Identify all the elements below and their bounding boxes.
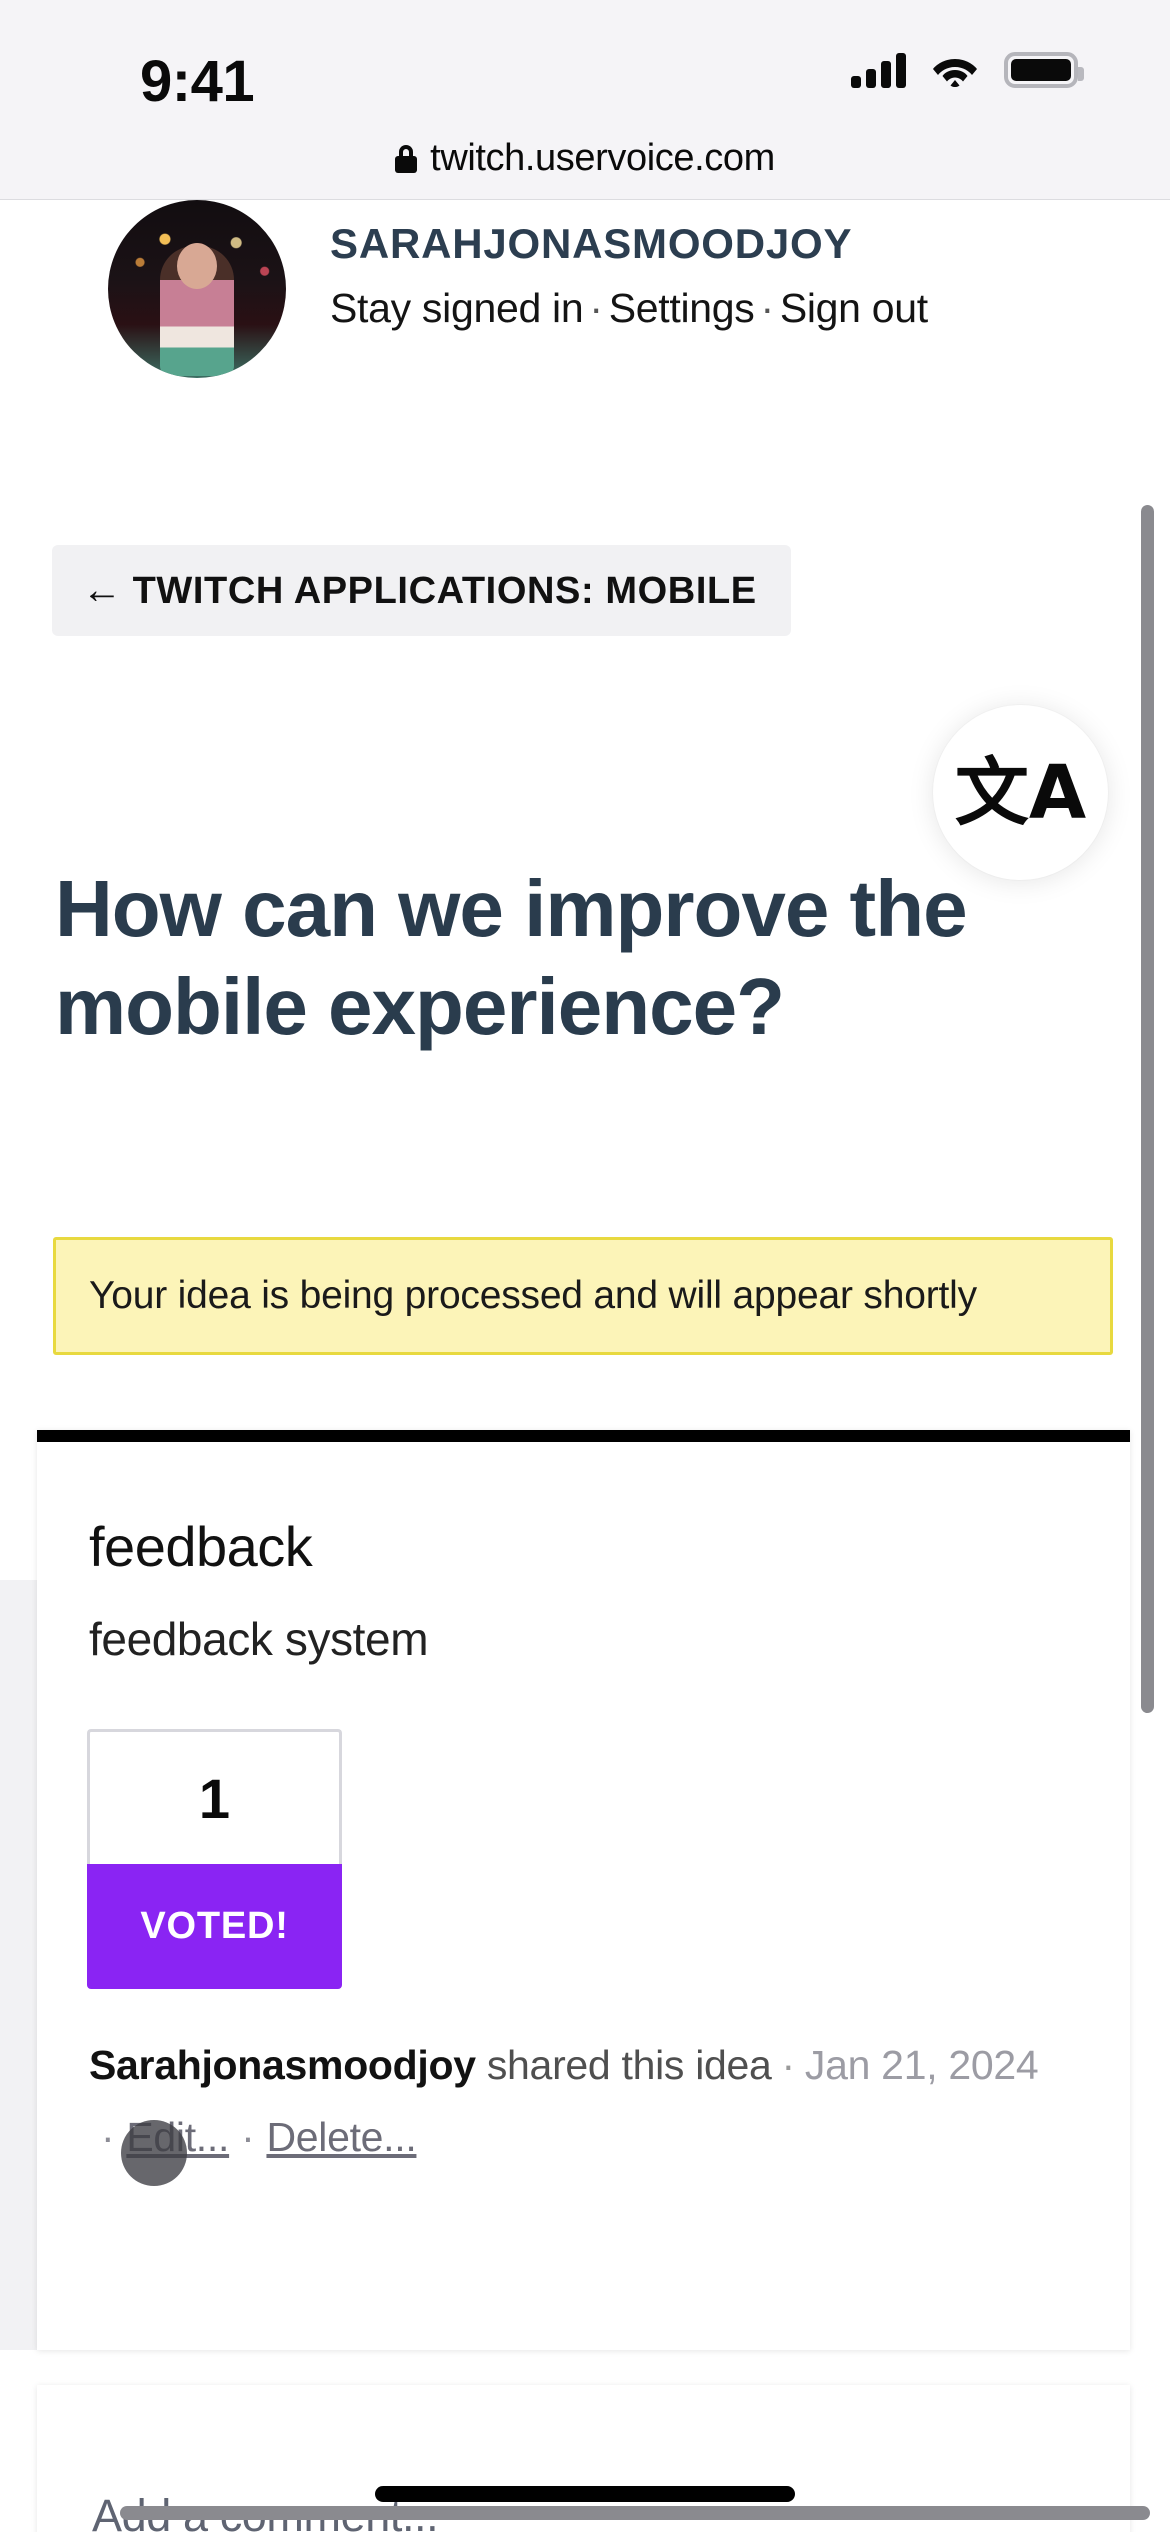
page-title: How can we improve the mobile experience… (55, 864, 968, 1051)
browser-url-bar[interactable]: twitch.uservoice.com (0, 118, 1170, 200)
user-header: SARAHJONASMOODJOY Stay signed in · Setting… (0, 200, 1170, 378)
wifi-icon (932, 53, 978, 87)
home-indicator[interactable] (375, 2486, 795, 2502)
status-bar-indicators (851, 52, 1084, 88)
status-banner: Your idea is being processed and will ap… (53, 1237, 1113, 1355)
idea-action-text: shared this idea (486, 2042, 772, 2088)
status-bar-time: 9:41 (140, 49, 255, 114)
url-display[interactable]: twitch.uservoice.com (395, 137, 775, 180)
actions-mid-separator: · (241, 2114, 255, 2160)
stay-signed-in-link[interactable]: Stay signed in (330, 285, 584, 331)
battery-icon (1004, 52, 1084, 88)
idea-title[interactable]: feedback (89, 1514, 313, 1579)
breadcrumb-back-button[interactable]: ← TWITCH APPLICATIONS: MOBILE (52, 545, 791, 636)
translate-button[interactable]: 文A (933, 705, 1108, 880)
sign-out-link[interactable]: Sign out (780, 285, 928, 331)
settings-link[interactable]: Settings (609, 285, 755, 331)
status-banner-text: Your idea is being processed and will ap… (89, 1274, 977, 1317)
link-separator-2: · (760, 285, 774, 331)
idea-description: feedback system (89, 1613, 429, 1665)
vote-widget[interactable]: 1 VOTED! (87, 1729, 342, 1989)
avatar[interactable] (108, 200, 286, 378)
delete-link[interactable]: Delete... (266, 2114, 416, 2160)
page-left-gutter (0, 1580, 37, 2350)
back-arrow-icon: ← (82, 568, 123, 612)
voted-button[interactable]: VOTED! (87, 1864, 342, 1989)
attribution-separator: · (781, 2042, 796, 2088)
cellular-signal-icon (851, 52, 906, 88)
idea-date: Jan 21, 2024 (804, 2042, 1039, 2088)
breadcrumb-label: TWITCH APPLICATIONS: MOBILE (132, 570, 757, 612)
username-label: SARAHJONASMOODJOY (330, 220, 853, 267)
idea-attribution: Sarahjonasmoodjoy shared this idea · Jan 2… (89, 2042, 1039, 2089)
url-text: twitch.uservoice.com (430, 137, 775, 179)
user-links: Stay signed in · Settings · Sign out (330, 285, 928, 332)
link-separator-1: · (589, 285, 603, 331)
touch-indicator (121, 2120, 187, 2186)
lock-icon (395, 144, 418, 173)
vote-count: 1 (87, 1729, 342, 1864)
vertical-scrollbar[interactable] (1141, 505, 1154, 1713)
idea-card: feedback feedback system 1 VOTED! Sarahj… (37, 1430, 1130, 2350)
idea-author[interactable]: Sarahjonasmoodjoy (89, 2042, 476, 2088)
translate-icon: 文A (954, 749, 1087, 836)
horizontal-scrollbar[interactable] (120, 2506, 1150, 2520)
web-page-viewport: SARAHJONASMOODJOY Stay signed in · Setting… (0, 200, 1170, 2532)
